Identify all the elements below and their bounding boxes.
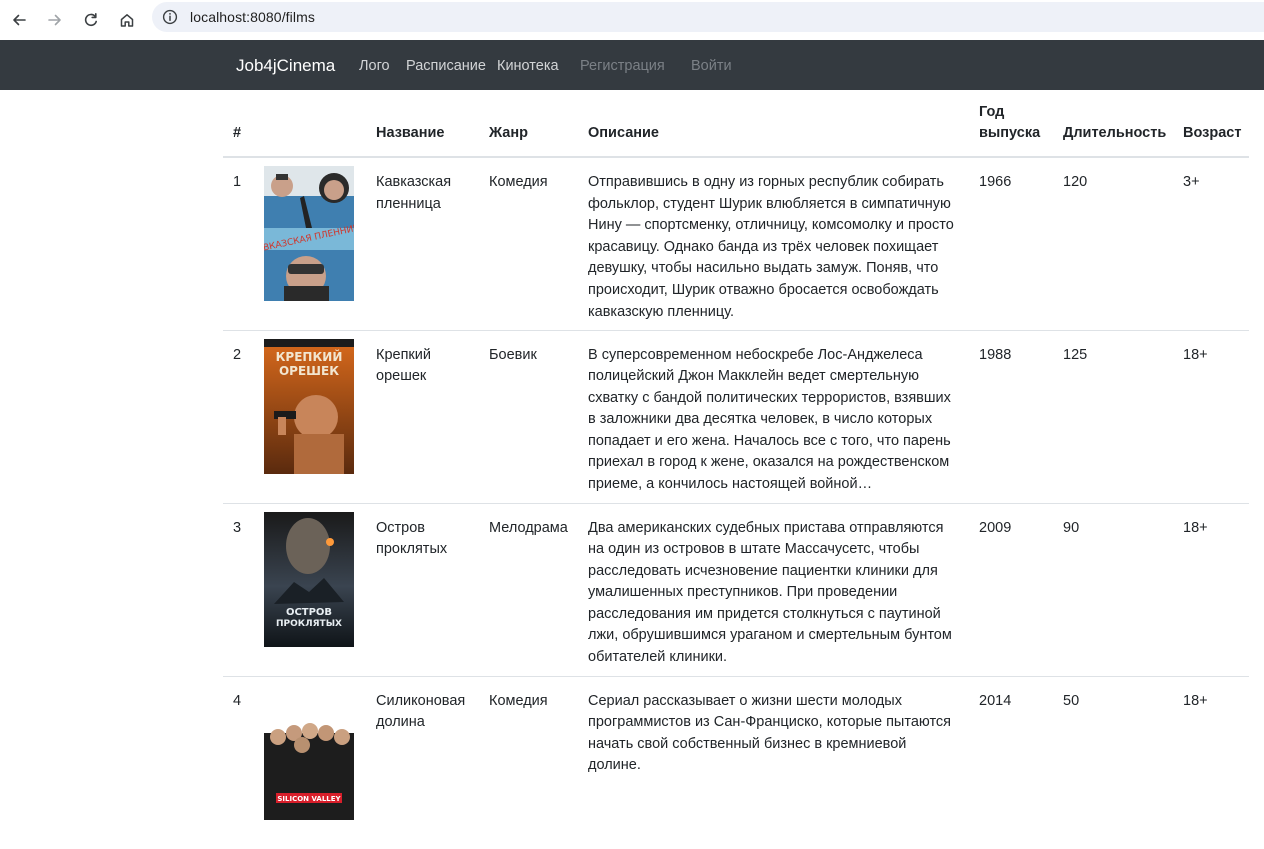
- header-genre: Жанр: [479, 90, 578, 158]
- poster-image[interactable]: SILICON VALLEY: [264, 684, 354, 820]
- reload-icon: [84, 13, 97, 27]
- cell-name: Силиконовая долина: [376, 692, 466, 731]
- cell-description: Сериал рассказывает о жизни шести молоды…: [588, 692, 952, 774]
- svg-text:SILICON VALLEY: SILICON VALLEY: [277, 795, 341, 803]
- cell-name: Кавказская пленница: [366, 157, 479, 331]
- nav-link-login[interactable]: Войти: [691, 58, 732, 74]
- table-row: 1 КАВКАЗСКАЯ ПЛЕННИЦА Кавказская пленниц…: [223, 157, 1249, 331]
- cell-year: 1966: [969, 157, 1053, 331]
- poster-image[interactable]: КРЕПКИЙ ОРЕШЕК: [264, 338, 354, 474]
- cell-num: 1: [223, 157, 254, 331]
- cell-poster: SILICON VALLEY: [254, 676, 366, 849]
- table-row: 3 ОСТРОВ ПРОКЛЯТЫХ Остров проклятых Мело…: [223, 503, 1249, 677]
- url-text[interactable]: localhost:8080/films: [190, 9, 315, 25]
- arrow-right-icon: [48, 14, 61, 26]
- cell-name: Остров проклятых: [366, 503, 479, 677]
- browser-toolbar: localhost:8080/films: [0, 0, 1264, 40]
- cell-num: 4: [233, 692, 242, 709]
- header-description: Описание: [578, 90, 969, 158]
- cell-duration: 90: [1053, 503, 1173, 677]
- address-bar[interactable]: localhost:8080/films: [152, 2, 1264, 32]
- cell-description: Отправившись в одну из горных республик …: [578, 157, 969, 331]
- films-table-container: # Название Жанр Описание Год выпуска Дли…: [223, 90, 1249, 849]
- header-age: Возраст: [1173, 90, 1249, 158]
- header-name: Название: [366, 90, 479, 158]
- table-row: 2 КРЕПКИЙ ОРЕШЕК Крепкий орешек Боевик В…: [223, 330, 1249, 504]
- cell-age: 3+: [1173, 157, 1249, 331]
- cell-age: 18+: [1183, 692, 1208, 709]
- cell-description: В суперсовременном небоскребе Лос-Анджел…: [578, 330, 969, 504]
- header-year: Год выпуска: [969, 90, 1053, 158]
- cell-duration: 50: [1063, 692, 1080, 709]
- poster-image[interactable]: ОСТРОВ ПРОКЛЯТЫХ: [264, 511, 354, 647]
- cell-poster: КРЕПКИЙ ОРЕШЕК: [254, 330, 366, 504]
- navbar-brand[interactable]: Job4jCinema: [236, 56, 335, 76]
- svg-text:ОСТРОВ: ОСТРОВ: [286, 607, 332, 618]
- cell-year: 2014: [979, 692, 1012, 709]
- header-num: #: [223, 90, 254, 158]
- cell-year: 1988: [969, 330, 1053, 504]
- cell-year: 2009: [969, 503, 1053, 677]
- nav-link-register[interactable]: Регистрация: [580, 58, 665, 74]
- arrow-left-icon: [13, 14, 26, 26]
- films-table: # Название Жанр Описание Год выпуска Дли…: [223, 90, 1249, 849]
- home-icon: [120, 14, 134, 27]
- cell-duration: 125: [1053, 330, 1173, 504]
- cell-genre: Комедия: [489, 692, 548, 709]
- cell-description: Два американских судебных пристава отпра…: [578, 503, 969, 677]
- nav-link-logo[interactable]: Лого: [359, 58, 390, 74]
- cell-poster: ОСТРОВ ПРОКЛЯТЫХ: [254, 503, 366, 677]
- header-duration: Длительность: [1053, 90, 1173, 158]
- poster-image[interactable]: КАВКАЗСКАЯ ПЛЕННИЦА: [264, 166, 354, 301]
- header-poster: [254, 90, 366, 158]
- cell-num: 3: [223, 503, 254, 677]
- svg-text:КРЕПКИЙ: КРЕПКИЙ: [276, 349, 343, 364]
- cell-genre: Комедия: [479, 157, 578, 331]
- nav-link-schedule[interactable]: Расписание: [406, 58, 486, 74]
- cell-poster: КАВКАЗСКАЯ ПЛЕННИЦА: [254, 157, 366, 331]
- table-header-row: # Название Жанр Описание Год выпуска Дли…: [223, 90, 1249, 158]
- cell-genre: Боевик: [479, 330, 578, 504]
- forward-button[interactable]: [37, 4, 73, 36]
- back-button[interactable]: [1, 4, 37, 36]
- cell-age: 18+: [1173, 330, 1249, 504]
- site-navbar: Job4jCinema Лого Расписание Кинотека Рег…: [0, 40, 1264, 90]
- cell-duration: 120: [1053, 157, 1173, 331]
- cell-genre: Мелодрама: [479, 503, 578, 677]
- reload-button[interactable]: [73, 4, 109, 36]
- svg-text:ОРЕШЕК: ОРЕШЕК: [279, 364, 339, 378]
- nav-link-cinematheque[interactable]: Кинотека: [497, 58, 559, 74]
- svg-text:ПРОКЛЯТЫХ: ПРОКЛЯТЫХ: [276, 619, 342, 629]
- home-button[interactable]: [109, 4, 145, 36]
- table-row: 4 SILICON VALLEY Силиконовая долина Коме…: [223, 676, 1249, 849]
- info-icon[interactable]: [162, 9, 178, 25]
- cell-age: 18+: [1173, 503, 1249, 677]
- cell-num: 2: [223, 330, 254, 504]
- cell-name: Крепкий орешек: [366, 330, 479, 504]
